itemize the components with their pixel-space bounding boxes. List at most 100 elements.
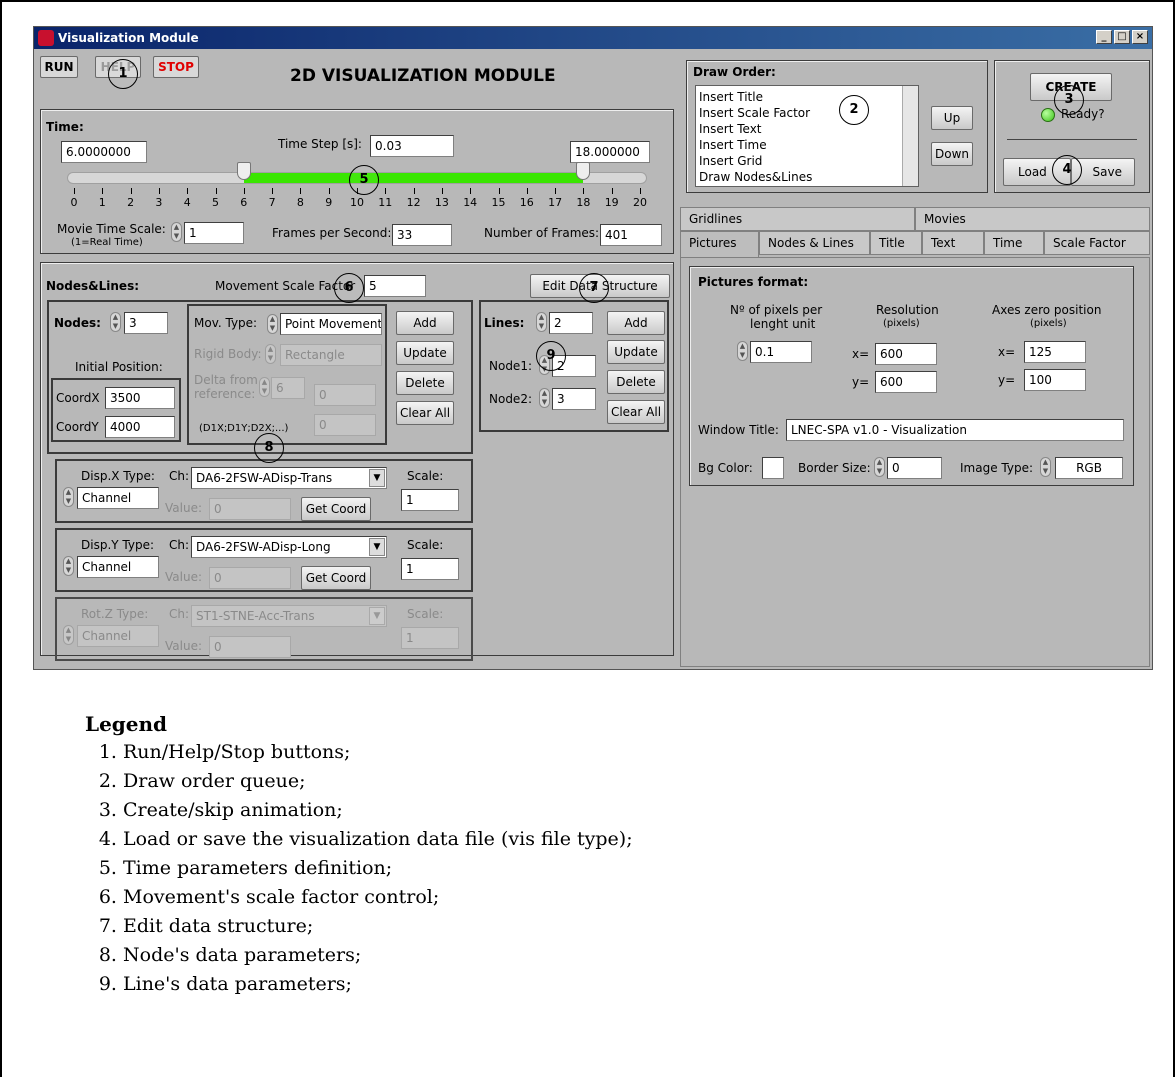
tab-gridlines[interactable]: Gridlines	[680, 207, 915, 231]
nodes-spinner[interactable]: ▲ ▼	[110, 312, 121, 332]
window-title-field[interactable]: LNEC-SPA v1.0 - Visualization	[786, 419, 1124, 441]
mov-type-spinner[interactable]: ▲ ▼	[267, 314, 278, 334]
lines-clear-all-button[interactable]: Clear All	[607, 400, 665, 424]
tab-title[interactable]: Title	[870, 231, 922, 255]
disp-x-type-spinner[interactable]: ▲ ▼	[63, 487, 74, 507]
chevron-down-icon[interactable]: ▼	[369, 469, 385, 487]
border-size-field[interactable]: 0	[887, 457, 942, 479]
tab-text[interactable]: Text	[922, 231, 984, 255]
disp-y-channel-select[interactable]: DA6-2FSW-ADisp-Long	[191, 536, 387, 558]
close-icon[interactable]: ×	[1132, 30, 1148, 44]
disp-x-value-field[interactable]: 0	[209, 498, 291, 520]
draw-order-list[interactable]: Insert Title Insert Scale Factor Insert Te…	[695, 85, 919, 187]
nodes-update-button[interactable]: Update	[396, 341, 454, 365]
rot-z-channel-select[interactable]: ST1-STNE-Acc-Trans	[191, 605, 387, 627]
lines-delete-button[interactable]: Delete	[607, 370, 665, 394]
disp-y-type-field[interactable]: Channel	[77, 556, 159, 578]
nodes-field[interactable]: 3	[124, 312, 168, 334]
disp-x-type-field[interactable]: Channel	[77, 487, 159, 509]
tab-time[interactable]: Time	[984, 231, 1044, 255]
divider	[1007, 139, 1137, 140]
slider-end-handle[interactable]	[576, 162, 591, 180]
frames-field[interactable]: 401	[600, 224, 662, 246]
bg-color-swatch[interactable]	[762, 457, 784, 479]
draw-order-item[interactable]: Insert Scale Factor	[699, 105, 812, 121]
disp-x-get-coord-button[interactable]: Get Coord	[301, 497, 371, 521]
rigid-body-field[interactable]: Rectangle	[280, 344, 382, 366]
time-end-field[interactable]: 18.000000	[570, 141, 650, 163]
draw-order-scrollbar[interactable]	[902, 86, 918, 186]
slider-range-fill	[243, 173, 584, 183]
down-button[interactable]: Down	[931, 142, 973, 166]
rot-z-type-label: Rot.Z Type:	[81, 607, 149, 621]
tab-scale-factor[interactable]: Scale Factor	[1044, 231, 1150, 255]
minimize-icon[interactable]: _	[1096, 30, 1112, 44]
tab-nodes-lines[interactable]: Nodes & Lines	[759, 231, 870, 255]
draw-order-item[interactable]: Draw Nodes&Lines	[699, 169, 812, 185]
nodes-add-button[interactable]: Add	[396, 311, 454, 335]
axes-y-field[interactable]: 100	[1024, 369, 1086, 391]
lines-spinner[interactable]: ▲ ▼	[536, 312, 547, 332]
disp-y-scale-label: Scale:	[407, 538, 444, 552]
disp-y-value-field[interactable]: 0	[209, 567, 291, 589]
chevron-down-icon[interactable]: ▼	[369, 538, 385, 556]
maximize-icon[interactable]: □	[1114, 30, 1130, 44]
movement-scale-field[interactable]: 5	[364, 275, 426, 297]
tab-movies[interactable]: Movies	[915, 207, 1150, 231]
movie-time-scale-spinner[interactable]: ▲ ▼	[171, 222, 182, 242]
callout-2: 2	[839, 95, 869, 125]
lines-update-button[interactable]: Update	[607, 340, 665, 364]
delta-x-field[interactable]: 0	[314, 384, 376, 406]
rot-z-value-field[interactable]: 0	[209, 636, 291, 658]
movie-time-scale-field[interactable]: 1	[184, 222, 244, 244]
time-step-label: Time Step [s]:	[278, 137, 362, 151]
delta-spinner[interactable]: ▲ ▼	[259, 377, 270, 397]
delta-field[interactable]: 6	[271, 377, 305, 399]
axes-x-field[interactable]: 125	[1024, 341, 1086, 363]
tab-pictures[interactable]: Pictures	[680, 231, 759, 258]
pictures-format-panel: Pictures format: Nº of pixels per lenght…	[689, 266, 1134, 486]
disp-y-type-spinner[interactable]: ▲ ▼	[63, 556, 74, 576]
disp-y-scale-field[interactable]: 1	[401, 558, 459, 580]
image-type-spinner[interactable]: ▲ ▼	[1040, 457, 1051, 477]
rot-z-type-spinner[interactable]: ▲ ▼	[63, 625, 74, 645]
nodes-delete-button[interactable]: Delete	[396, 371, 454, 395]
rigid-body-spinner[interactable]: ▲ ▼	[265, 344, 276, 364]
draw-order-item[interactable]: Insert Text	[699, 121, 812, 137]
slider-tick-label: 11	[378, 196, 393, 209]
time-start-field[interactable]: 6.0000000	[61, 141, 147, 163]
slider-start-handle[interactable]	[236, 162, 251, 180]
node2-field[interactable]: 3	[552, 388, 596, 410]
disp-x-scale-field[interactable]: 1	[401, 489, 459, 511]
up-button[interactable]: Up	[931, 106, 973, 130]
draw-order-item[interactable]: Insert Time	[699, 137, 812, 153]
rot-z-type-field[interactable]: Channel	[77, 625, 159, 647]
lines-field[interactable]: 2	[549, 312, 593, 334]
image-type-field[interactable]: RGB	[1055, 457, 1123, 479]
fps-field[interactable]: 33	[392, 224, 452, 246]
run-button[interactable]: RUN	[40, 56, 78, 78]
callout-5: 5	[349, 165, 379, 195]
disp-y-value-label: Value:	[165, 570, 202, 584]
coordx-field[interactable]: 3500	[105, 387, 175, 409]
delta-y-field[interactable]: 0	[314, 414, 376, 436]
disp-x-channel-select[interactable]: DA6-2FSW-ADisp-Trans	[191, 467, 387, 489]
lines-group: Lines: ▲ ▼ 2 Node1: ▲ ▼ 2 Node2: ▲ ▼ 3 Add …	[479, 300, 669, 432]
lines-add-button[interactable]: Add	[607, 311, 665, 335]
coordy-field[interactable]: 4000	[105, 416, 175, 438]
pixels-per-unit-field[interactable]: 0.1	[750, 341, 812, 363]
stop-button[interactable]: STOP	[153, 56, 199, 78]
draw-order-item[interactable]: Insert Title	[699, 89, 812, 105]
draw-order-item[interactable]: Insert Grid	[699, 153, 812, 169]
time-step-field[interactable]: 0.03	[370, 135, 454, 157]
pixels-per-unit-spinner[interactable]: ▲ ▼	[737, 341, 748, 361]
mov-type-field[interactable]: Point Movement	[280, 313, 382, 335]
nodes-clear-all-button[interactable]: Clear All	[396, 401, 454, 425]
rot-z-scale-field[interactable]: 1	[401, 627, 459, 649]
chevron-down-icon[interactable]: ▼	[369, 607, 385, 625]
resolution-x-field[interactable]: 600	[875, 343, 937, 365]
disp-y-get-coord-button[interactable]: Get Coord	[301, 566, 371, 590]
border-size-spinner[interactable]: ▲ ▼	[874, 457, 885, 477]
resolution-y-field[interactable]: 600	[875, 371, 937, 393]
node2-spinner[interactable]: ▲ ▼	[539, 388, 550, 408]
